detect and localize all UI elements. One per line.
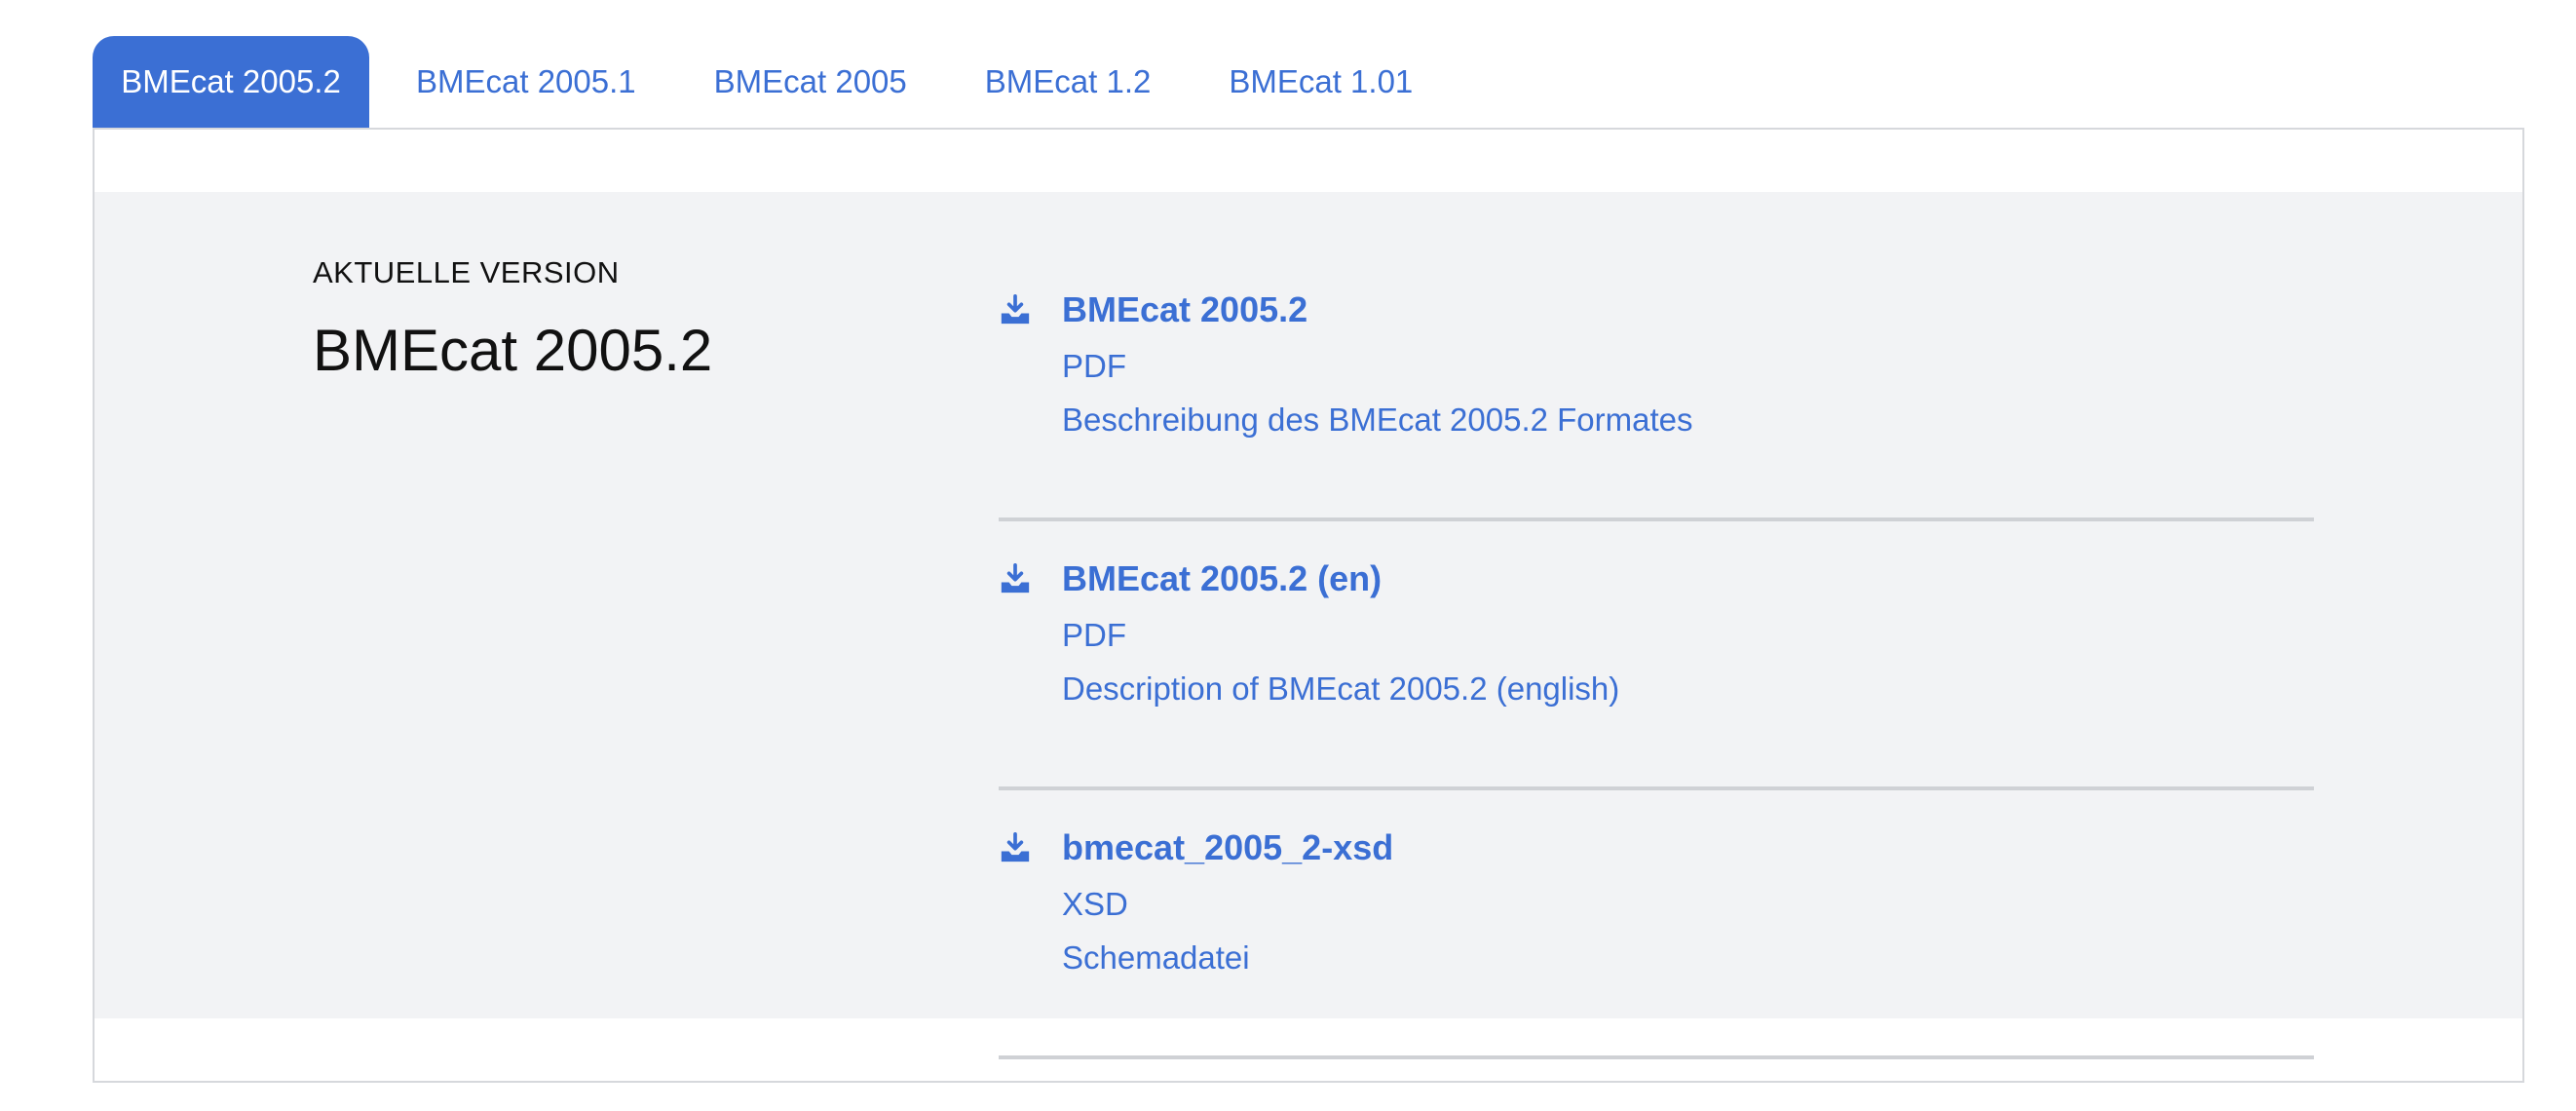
tab-panel: AKTUELLE VERSION BMEcat 2005.2 BMEcat 20…: [93, 128, 2524, 1083]
download-format: XSD: [1062, 886, 1128, 922]
tab-bmecat-1-2[interactable]: BMEcat 1.2: [954, 36, 1183, 128]
tab-bmecat-2005[interactable]: BMEcat 2005: [683, 36, 938, 128]
download-link[interactable]: BMEcat 2005.2: [1062, 289, 1307, 330]
download-item: BMEcat 2005.2 (en) PDF Description of BM…: [999, 558, 2314, 790]
download-link[interactable]: BMEcat 2005.2 (en): [1062, 558, 1382, 599]
current-version-label: AKTUELLE VERSION: [313, 255, 620, 289]
tab-bmecat-1-01[interactable]: BMEcat 1.01: [1197, 36, 1444, 128]
current-version-title: BMEcat 2005.2: [313, 318, 713, 383]
download-description: Schemadatei: [1062, 939, 1250, 976]
download-format: PDF: [1062, 348, 1126, 384]
download-icon[interactable]: [999, 562, 1032, 595]
download-icon[interactable]: [999, 831, 1032, 864]
download-item: bmecat_2005_2-xsd XSD Schemadatei: [999, 827, 2314, 1059]
download-list: BMEcat 2005.2 PDF Beschreibung des BMEca…: [999, 289, 2314, 1059]
version-section: AKTUELLE VERSION BMEcat 2005.2 BMEcat 20…: [95, 192, 2522, 1059]
download-item: BMEcat 2005.2 PDF Beschreibung des BMEca…: [999, 289, 2314, 521]
tab-bmecat-2005-2[interactable]: BMEcat 2005.2: [93, 36, 369, 128]
version-tabs: BMEcat 2005.2 BMEcat 2005.1 BMEcat 2005 …: [93, 36, 1459, 128]
download-description: Description of BMEcat 2005.2 (english): [1062, 670, 1620, 707]
tab-bmecat-2005-1[interactable]: BMEcat 2005.1: [385, 36, 667, 128]
download-link[interactable]: bmecat_2005_2-xsd: [1062, 827, 1393, 868]
download-icon[interactable]: [999, 293, 1032, 326]
download-description: Beschreibung des BMEcat 2005.2 Formates: [1062, 402, 1693, 438]
download-format: PDF: [1062, 617, 1126, 653]
